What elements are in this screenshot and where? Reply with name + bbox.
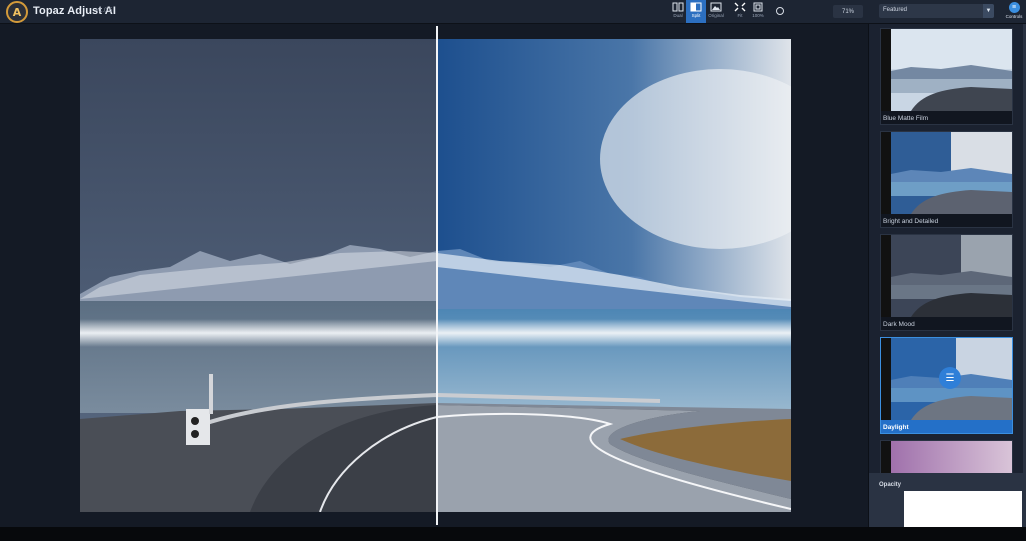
- preset-thumbnail: [881, 235, 1012, 317]
- preset-thumbnail: [881, 29, 1012, 111]
- controls-icon: ≡: [1008, 2, 1020, 13]
- split-view-icon: [690, 2, 702, 12]
- preset-category-select[interactable]: Featured ▼: [879, 4, 994, 18]
- controls-label: Controls: [1005, 14, 1023, 19]
- dual-view-button[interactable]: Dual: [668, 0, 688, 23]
- fit-icon: [734, 2, 746, 12]
- fit-button[interactable]: Fit: [730, 0, 750, 23]
- preset-card-bright-and-detailed[interactable]: Bright and Detailed: [880, 131, 1013, 228]
- original-view-label: Original: [708, 13, 724, 18]
- preset-card-daylight[interactable]: ☰ Daylight: [880, 337, 1013, 434]
- preset-category-value: Featured: [883, 7, 908, 13]
- dual-view-label: Dual: [673, 13, 683, 18]
- split-view-button[interactable]: Split: [686, 0, 706, 23]
- top-toolbar: A Topaz Adjust AI v1.0.5 Dual Split Orig…: [0, 0, 1026, 24]
- original-view-button[interactable]: Original: [706, 0, 726, 23]
- opacity-label: Opacity: [879, 482, 902, 488]
- actual-size-button[interactable]: 100%: [748, 0, 768, 23]
- preset-name: Daylight: [883, 424, 909, 431]
- controls-button[interactable]: ≡ Controls: [1003, 0, 1025, 23]
- preset-thumbnail: [881, 132, 1012, 214]
- dual-view-icon: [672, 2, 684, 12]
- app-window: A Topaz Adjust AI v1.0.5 Dual Split Orig…: [0, 0, 1026, 541]
- preset-name: Bright and Detailed: [883, 218, 939, 225]
- bottom-strip: [0, 527, 1026, 541]
- opacity-overlay-box: [904, 491, 1022, 527]
- split-divider-handle[interactable]: [436, 26, 438, 525]
- preset-name: Blue Matte Film: [883, 115, 929, 122]
- zoom-level[interactable]: 71%: [833, 5, 863, 18]
- preset-card-blue-matte-film[interactable]: Blue Matte Film: [880, 28, 1013, 125]
- app-logo: A: [6, 1, 28, 23]
- opacity-panel: Opacity: [869, 473, 1026, 527]
- original-view-icon: [710, 2, 722, 12]
- preset-card-dark-mood[interactable]: Dark Mood: [880, 234, 1013, 331]
- app-version: v1.0.5: [96, 8, 113, 14]
- split-view-label: Split: [691, 13, 701, 18]
- actual-size-label: 100%: [752, 13, 764, 18]
- preset-sidebar: Blue Matte Film Bright and Detailed Dark…: [868, 24, 1026, 527]
- preset-name: Dark Mood: [883, 321, 915, 328]
- circle-toggle-icon[interactable]: [776, 7, 784, 15]
- adjust-sliders-icon[interactable]: ☰: [939, 367, 961, 389]
- fit-label: Fit: [737, 13, 743, 18]
- image-canvas[interactable]: [0, 24, 868, 527]
- actual-size-icon: [753, 2, 763, 12]
- chevron-down-icon: ▼: [983, 4, 994, 18]
